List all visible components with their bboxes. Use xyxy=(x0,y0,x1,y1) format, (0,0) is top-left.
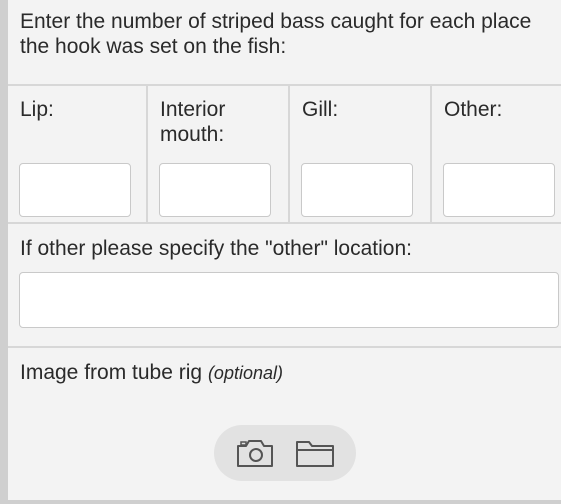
interior-mouth-count-input[interactable] xyxy=(159,163,271,217)
hook-location-question: Enter the number of striped bass caught … xyxy=(8,0,561,84)
folder-icon[interactable] xyxy=(295,437,335,469)
camera-icon[interactable] xyxy=(235,437,275,469)
other-location-input[interactable] xyxy=(19,272,559,328)
label-other: Other: xyxy=(444,98,503,121)
other-location-question: If other please specify the "other" loca… xyxy=(8,224,561,346)
image-question: Image from tube rig (optional) xyxy=(8,348,561,504)
label-lip: Lip: xyxy=(20,98,54,121)
label-gill: Gill: xyxy=(302,98,339,121)
cell-interior-mouth: Interior mouth: xyxy=(148,86,290,222)
label-interior-mouth: Interior mouth: xyxy=(160,98,226,146)
gill-count-input[interactable] xyxy=(301,163,413,217)
other-location-label: If other please specify the "other" loca… xyxy=(20,237,412,260)
image-label-text: Image from tube rig xyxy=(20,361,203,384)
image-question-label: Image from tube rig (optional) xyxy=(20,360,283,386)
hook-location-prompt: Enter the number of striped bass caught … xyxy=(20,10,532,58)
lip-count-input[interactable] xyxy=(19,163,131,217)
cell-other: Other: xyxy=(432,86,561,222)
cell-gill: Gill: xyxy=(290,86,432,222)
hook-location-grid: Lip: Interior mouth: Gill: Other: xyxy=(8,86,561,222)
cell-lip: Lip: xyxy=(8,86,148,222)
image-source-picker xyxy=(214,425,356,481)
other-count-input[interactable] xyxy=(443,163,555,217)
optional-tag: (optional) xyxy=(207,363,283,383)
survey-form: Enter the number of striped bass caught … xyxy=(8,0,561,500)
